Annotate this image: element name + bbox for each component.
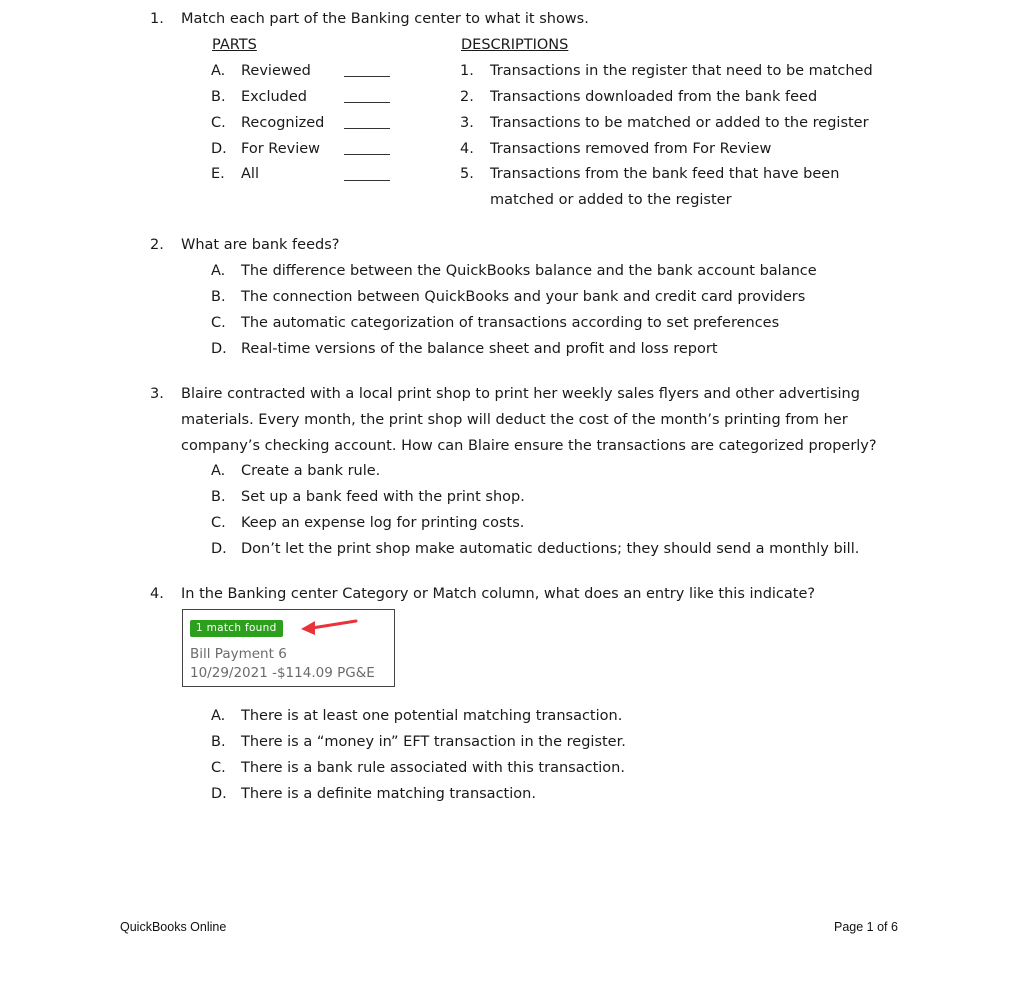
part-label: Recognized [241,115,325,131]
option-letter: A. [211,708,226,724]
parts-header: PARTS [212,37,257,53]
option-letter: A. [211,463,226,479]
part-letter: C. [211,115,226,131]
answer-blank[interactable] [344,76,390,77]
option-letter: C. [211,515,226,531]
option-letter: B. [211,734,226,750]
option-letter: B. [211,489,226,505]
match-screenshot-card: 1 match found Bill Payment 6 10/29/2021 … [182,609,395,687]
question-number: 1. [150,11,164,27]
description-number: 2. [460,89,474,105]
option-letter: D. [211,541,227,557]
part-letter: A. [211,63,226,79]
part-letter: D. [211,141,227,157]
bill-payment-label: Bill Payment 6 [190,646,287,662]
question-number: 2. [150,237,164,253]
description-text: Transactions in the register that need t… [490,63,873,79]
question-prompt: What are bank feeds? [181,237,340,253]
description-text: Transactions removed from For Review [490,141,772,157]
match-found-badge: 1 match found [190,620,283,637]
answer-blank[interactable] [344,102,390,103]
description-text: Transactions downloaded from the bank fe… [490,89,818,105]
transaction-details: 10/29/2021 -$114.09 PG&E [190,665,375,681]
option-text: There is a definite matching transaction… [241,786,536,802]
option-text: There is at least one potential matching… [241,708,623,724]
option-text: Don’t let the print shop make automatic … [241,541,860,557]
option-text: The automatic categorization of transact… [241,315,780,331]
question-prompt: Match each part of the Banking center to… [181,11,589,27]
footer-title: QuickBooks Online [120,920,227,934]
option-text: Create a bank rule. [241,463,381,479]
option-text: There is a bank rule associated with thi… [241,760,625,776]
page-number: Page 1 of 6 [834,920,898,934]
option-text: The connection between QuickBooks and yo… [241,289,806,305]
description-text-continuation: matched or added to the register [490,192,732,208]
description-number: 5. [460,166,474,182]
question-prompt-line: materials. Every month, the print shop w… [181,412,848,428]
option-text: There is a “money in” EFT transaction in… [241,734,626,750]
red-arrow-icon [301,619,358,635]
part-letter: B. [211,89,226,105]
question-number: 3. [150,386,164,402]
answer-blank[interactable] [344,154,390,155]
answer-blank[interactable] [344,128,390,129]
option-letter: D. [211,341,227,357]
description-number: 4. [460,141,474,157]
description-text: Transactions from the bank feed that hav… [490,166,840,182]
option-text: Keep an expense log for printing costs. [241,515,525,531]
option-letter: B. [211,289,226,305]
question-prompt-line: company’s checking account. How can Blai… [181,438,877,454]
part-label: All [241,166,259,182]
part-label: Reviewed [241,63,311,79]
option-letter: D. [211,786,227,802]
description-number: 3. [460,115,474,131]
descriptions-header: DESCRIPTIONS [461,37,569,53]
description-text: Transactions to be matched or added to t… [490,115,869,131]
answer-blank[interactable] [344,180,390,181]
option-letter: C. [211,315,226,331]
question-number: 4. [150,586,164,602]
option-text: Set up a bank feed with the print shop. [241,489,525,505]
description-number: 1. [460,63,474,79]
option-text: The difference between the QuickBooks ba… [241,263,817,279]
question-prompt: In the Banking center Category or Match … [181,586,816,602]
option-text: Real-time versions of the balance sheet … [241,341,718,357]
part-label: For Review [241,141,320,157]
part-letter: E. [211,166,225,182]
question-prompt-line: Blaire contracted with a local print sho… [181,386,860,402]
option-letter: C. [211,760,226,776]
option-letter: A. [211,263,226,279]
part-label: Excluded [241,89,308,105]
